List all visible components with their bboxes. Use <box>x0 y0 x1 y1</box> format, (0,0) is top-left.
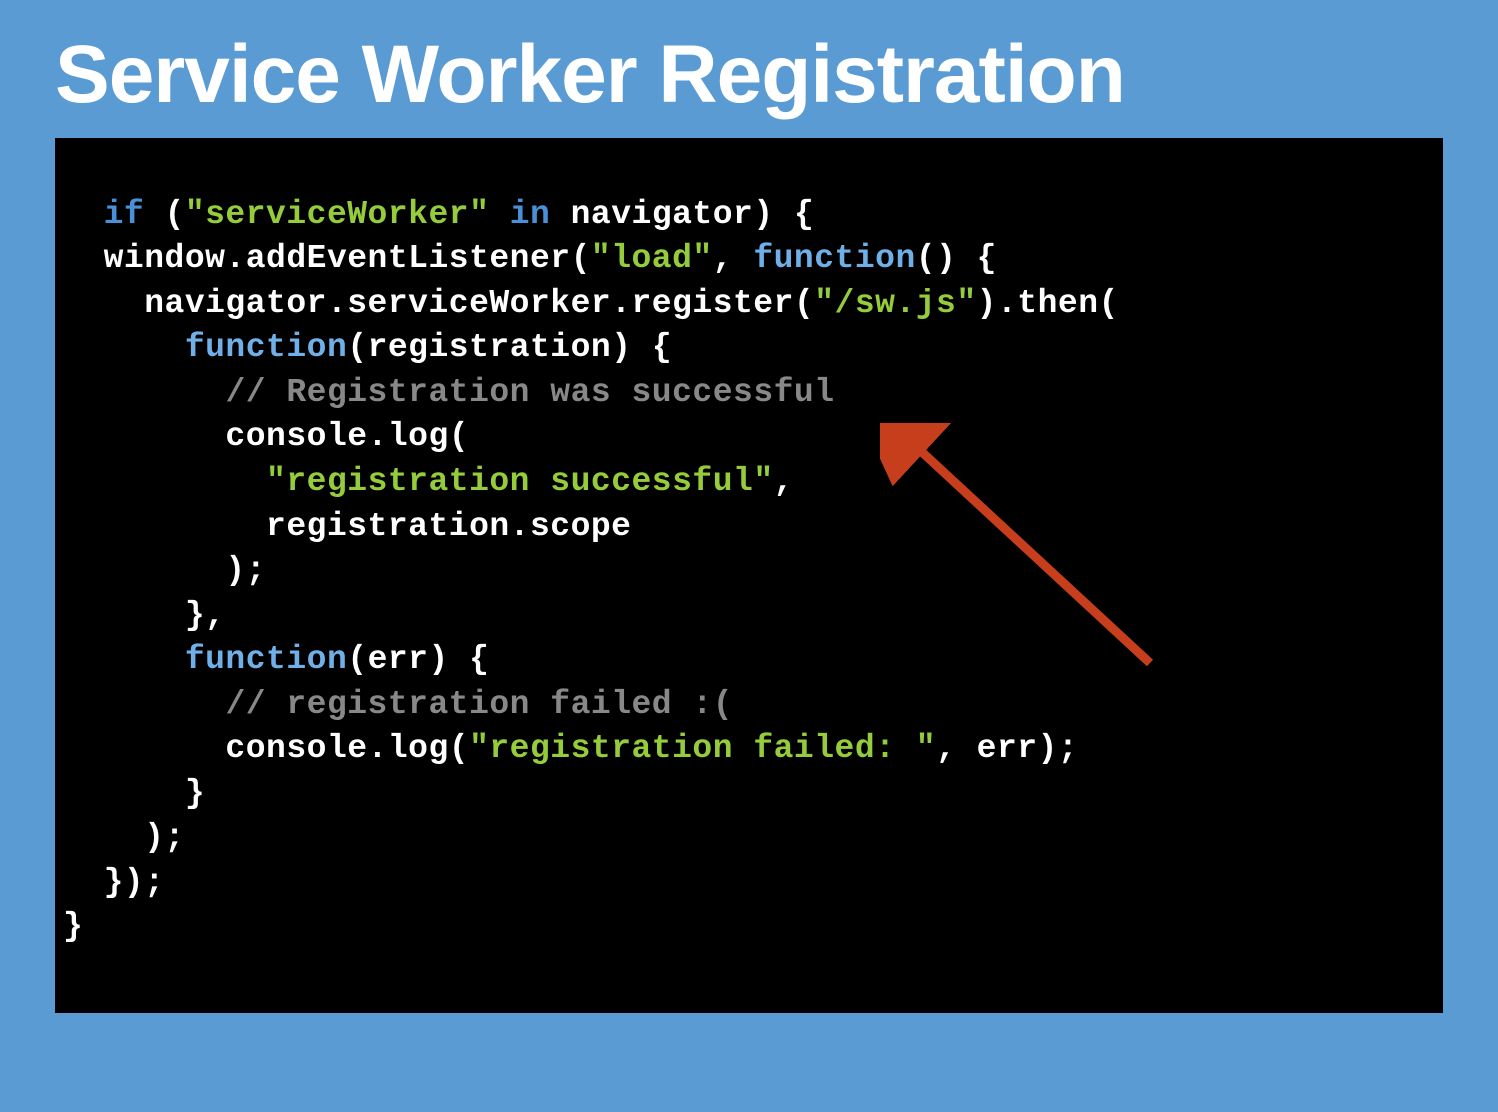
code-token-func: function <box>753 240 915 277</box>
code-token-plain: navigator) { <box>550 196 814 233</box>
code-token-plain: ); <box>63 819 185 856</box>
code-token-plain: ( <box>144 196 185 233</box>
code-token-plain: console.log( <box>63 730 469 767</box>
code-token-func: function <box>185 641 347 678</box>
code-token-string: "serviceWorker" <box>185 196 490 233</box>
code-token-plain: , err); <box>936 730 1078 767</box>
code-token-plain: }, <box>63 597 225 634</box>
code-token-string: "/sw.js" <box>814 285 976 322</box>
code-token-keyword: if <box>104 196 145 233</box>
code-token-plain <box>63 374 225 411</box>
code-token-plain: console.log( <box>63 418 469 455</box>
code-token-plain: navigator.serviceWorker.register( <box>63 285 814 322</box>
code-token-plain: ); <box>63 552 266 589</box>
code-token-plain <box>63 641 185 678</box>
code-token-string: "registration successful" <box>266 463 774 500</box>
code-token-comment: // registration failed :( <box>225 686 733 723</box>
code-token-plain: }); <box>63 864 165 901</box>
code-token-func: function <box>185 329 347 366</box>
code-token-plain <box>63 686 225 723</box>
code-token-plain: , <box>774 463 794 500</box>
code-token-plain: window.addEventListener( <box>63 240 591 277</box>
code-token-keyword: in <box>510 196 551 233</box>
code-token-plain: (registration) { <box>347 329 672 366</box>
slide-title: Service Worker Registration <box>55 30 1443 120</box>
code-token-string: "load" <box>591 240 713 277</box>
code-token-plain: } <box>63 908 83 945</box>
code-token-plain <box>63 329 185 366</box>
code-token-plain: } <box>63 775 205 812</box>
code-token-plain <box>63 463 266 500</box>
annotation-arrow <box>880 423 1180 683</box>
code-token-comment: // Registration was successful <box>225 374 834 411</box>
code-token-plain: (err) { <box>347 641 489 678</box>
code-token-string: "registration failed: " <box>469 730 936 767</box>
code-token-plain: () { <box>916 240 997 277</box>
code-block: if ("serviceWorker" in navigator) { wind… <box>55 138 1443 1012</box>
code-content: if ("serviceWorker" in navigator) { wind… <box>63 196 1119 946</box>
code-token-plain: registration.scope <box>63 508 632 545</box>
code-token-plain: , <box>713 240 754 277</box>
code-token-plain: ).then( <box>977 285 1119 322</box>
code-token-plain <box>489 196 509 233</box>
